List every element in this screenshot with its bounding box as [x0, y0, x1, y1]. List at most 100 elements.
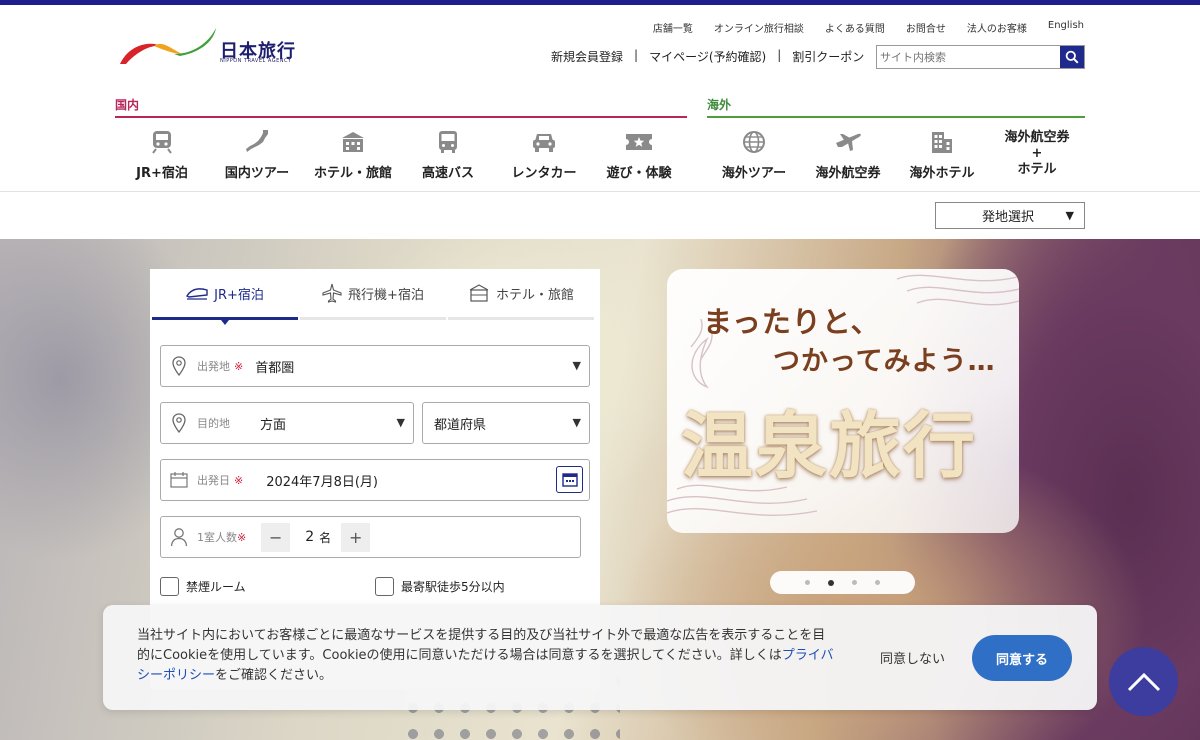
destination-area-value: 方面 — [260, 417, 287, 433]
prefecture-value: 都道府県 — [434, 417, 487, 433]
globe-icon — [743, 131, 765, 153]
cookie-message: 当社サイト内においてお客様ごとに最適なサービスを提供する目的及び当社サイト外で最… — [137, 626, 837, 686]
room-guests-field: 1室人数 ※ − 2 名 + — [160, 516, 581, 558]
banner-tagline-2: つかってみよう… — [773, 346, 996, 377]
mypage-link[interactable]: マイページ(予約確認) — [649, 48, 766, 65]
departure-date-field[interactable]: 出発日 ※ 2024年7月8日(月) — [160, 459, 590, 501]
carousel-dot-active[interactable] — [828, 579, 834, 586]
utility-links: 店舗一覧 オンライン旅行相談 よくある質問 お問合せ 法人のお客様 Englis… — [653, 20, 1084, 35]
tab-flight-stay[interactable]: 飛行機+宿泊 — [300, 269, 446, 320]
register-link[interactable]: 新規会員登録 — [551, 48, 623, 65]
search-input[interactable] — [877, 46, 1060, 68]
chevron-up-icon — [1127, 672, 1160, 691]
calendar-icon — [561, 473, 578, 487]
bus-icon — [439, 131, 457, 153]
nav-label: 遊び・体験 — [606, 166, 672, 181]
airplane-icon — [322, 283, 342, 303]
checkbox[interactable] — [375, 577, 394, 596]
separator: | — [777, 48, 782, 62]
carousel-dot[interactable] — [875, 580, 880, 585]
departure-select[interactable]: 出発地 ※ 首都圏 ▼ — [160, 345, 590, 387]
nav-label: レンタカー — [511, 166, 577, 181]
util-link-stores[interactable]: 店舗一覧 — [653, 20, 693, 35]
nav-item-jr-stay[interactable]: JR+宿泊 — [115, 128, 209, 181]
option-label: 最寄駅徒歩5分以内 — [401, 580, 505, 594]
departure-region-select[interactable]: 発地選択 ▼ — [935, 202, 1085, 229]
nav-item-domestic-tour[interactable]: 国内ツアー — [210, 128, 304, 181]
tab-label: ホテル・旅館 — [495, 287, 574, 303]
util-link-online-consult[interactable]: オンライン旅行相談 — [714, 20, 804, 35]
required-mark: ※ — [234, 359, 244, 373]
calendar-icon — [170, 472, 188, 488]
util-link-english[interactable]: English — [1048, 20, 1084, 35]
nav-intl-rule — [707, 116, 1085, 118]
nav-domestic-rule — [115, 116, 687, 118]
dropdown-arrow-icon: ▼ — [572, 359, 581, 372]
nav-item-overseas-flight[interactable]: 海外航空券 — [801, 128, 895, 181]
nav-item-overseas-tour[interactable]: 海外ツアー — [707, 128, 801, 181]
separator: | — [634, 48, 639, 62]
nav-item-hotel[interactable]: ホテル・旅館 — [306, 128, 400, 181]
search-icon — [1065, 50, 1079, 64]
person-icon — [170, 528, 188, 547]
car-icon — [533, 134, 555, 152]
nav-label: 海外ツアー — [721, 166, 787, 181]
nav-label: ホテル・旅館 — [313, 166, 392, 181]
tab-hotel[interactable]: ホテル・旅館 — [448, 269, 594, 320]
util-link-contact[interactable]: お問合せ — [906, 20, 946, 35]
site-search — [876, 45, 1085, 69]
carousel-dot[interactable] — [805, 580, 810, 585]
option-near-station[interactable]: 最寄駅徒歩5分以内 — [375, 577, 505, 596]
cookie-decline-button[interactable]: 同意しない — [880, 648, 945, 667]
shinkansen-icon — [186, 288, 208, 300]
nav-label: 海外航空券 + ホテル — [1004, 130, 1070, 177]
building-icon — [932, 132, 952, 153]
nav-label: 国内ツアー — [224, 166, 290, 181]
nav-item-flight-hotel[interactable]: 海外航空券 + ホテル — [990, 130, 1084, 178]
search-button[interactable] — [1060, 46, 1084, 68]
nav-item-rental-car[interactable]: レンタカー — [497, 128, 591, 181]
cookie-accept-button[interactable]: 同意する — [972, 635, 1072, 681]
dropdown-arrow-icon: ▼ — [1065, 209, 1074, 222]
back-to-top-button[interactable] — [1109, 647, 1178, 716]
promo-banner-onsen[interactable]: まったりと、 つかってみよう… 温泉旅行 — [667, 269, 1019, 533]
carousel-dot[interactable] — [852, 580, 857, 585]
guests-increment-button[interactable]: + — [341, 522, 371, 552]
prefecture-select[interactable]: 都道府県 ▼ — [422, 402, 590, 444]
cookie-text: 当社サイト内においてお客様ごとに最適なサービスを提供する目的及び当社サイト外で最… — [137, 628, 826, 663]
destination-area-select[interactable]: 目的地 方面 ▼ — [160, 402, 414, 444]
cookie-text-after: をご確認ください。 — [215, 668, 333, 683]
header-divider — [0, 191, 1200, 192]
nav-item-highway-bus[interactable]: 高速バス — [401, 128, 495, 181]
dropdown-arrow-icon: ▼ — [572, 416, 581, 429]
checkbox[interactable] — [160, 577, 179, 596]
guests-unit: 名 — [319, 530, 332, 545]
util-link-corporate[interactable]: 法人のお客様 — [967, 20, 1027, 35]
coupon-link[interactable]: 割引クーポン — [792, 48, 864, 65]
option-label: 禁煙ルーム — [186, 580, 246, 594]
guests-count: 2 — [305, 529, 315, 545]
util-link-faq[interactable]: よくある質問 — [825, 20, 885, 35]
hotel-icon — [342, 132, 364, 152]
nav-label: 海外ホテル — [909, 166, 975, 181]
calendar-button[interactable] — [556, 466, 583, 493]
guests-decrement-button[interactable]: − — [261, 522, 291, 552]
japan-map-icon — [246, 130, 268, 152]
nav-item-activities[interactable]: 遊び・体験 — [592, 128, 686, 181]
departure-value: 首都圏 — [255, 360, 295, 376]
tab-label: JR+宿泊 — [214, 287, 264, 303]
destination-label: 目的地 — [197, 417, 230, 430]
tab-jr-stay[interactable]: JR+宿泊 — [152, 269, 298, 325]
location-pin-icon — [172, 413, 186, 433]
logo-mark-icon — [120, 28, 216, 64]
member-links: 新規会員登録 | マイページ(予約確認) | 割引クーポン — [551, 48, 864, 65]
airplane-icon — [836, 133, 861, 151]
ticket-icon — [626, 134, 652, 150]
brand-sub: NIPPON TRAVEL AGENCY — [220, 58, 292, 64]
nav-item-overseas-hotel[interactable]: 海外ホテル — [895, 128, 989, 181]
option-non-smoking[interactable]: 禁煙ルーム — [160, 577, 246, 596]
departure-label: 出発地 — [197, 360, 230, 373]
brand-logo[interactable]: 日本旅行 NIPPON TRAVEL AGENCY — [118, 24, 300, 68]
top-accent-bar — [0, 0, 1200, 5]
nav-label: JR+宿泊 — [136, 166, 188, 181]
